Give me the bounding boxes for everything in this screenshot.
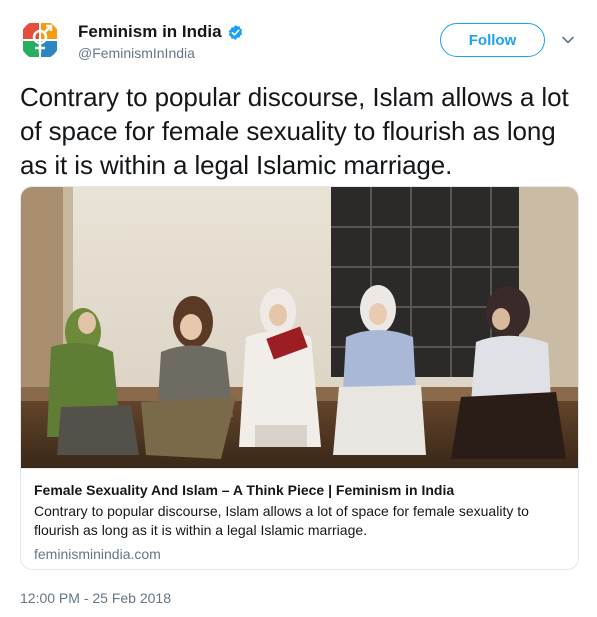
account-handle[interactable]: @FeminismInIndia: [78, 44, 244, 62]
follow-button[interactable]: Follow: [440, 23, 545, 57]
display-name[interactable]: Feminism in India: [78, 22, 222, 42]
card-description: Contrary to popular discourse, Islam all…: [34, 503, 529, 538]
display-name-row[interactable]: Feminism in India: [78, 22, 244, 42]
verified-badge-icon: [228, 24, 242, 40]
fii-logo-icon: [23, 23, 57, 57]
chevron-down-icon[interactable]: [560, 32, 576, 48]
account-names[interactable]: Feminism in India @FeminismInIndia: [78, 22, 244, 62]
link-card[interactable]: Female Sexuality And Islam – A Think Pie…: [20, 186, 579, 570]
card-title[interactable]: Female Sexuality And Islam – A Think Pie…: [34, 481, 565, 499]
card-body[interactable]: Female Sexuality And Islam – A Think Pie…: [21, 468, 578, 569]
card-image[interactable]: [21, 187, 578, 468]
avatar[interactable]: [20, 20, 60, 60]
card-domain: feminisminindia.com: [34, 546, 161, 562]
tweet-timestamp[interactable]: 12:00 PM - 25 Feb 2018: [20, 590, 171, 606]
tweet-text: Contrary to popular discourse, Islam all…: [20, 82, 569, 180]
tweet-header: Feminism in India @FeminismInIndia Follo…: [20, 20, 580, 62]
